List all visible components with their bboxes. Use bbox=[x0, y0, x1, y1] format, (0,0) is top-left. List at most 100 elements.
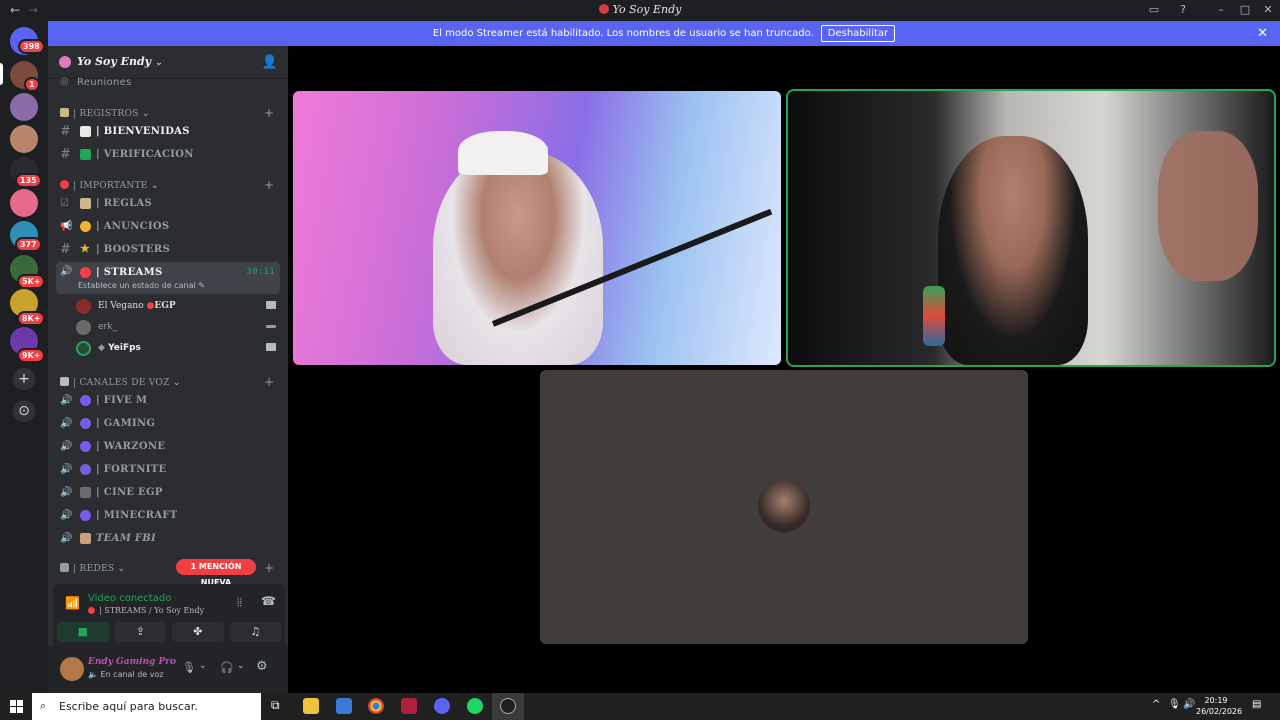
disable-streamer-button[interactable]: Deshabilitar bbox=[820, 25, 896, 42]
voice-channel-gaming[interactable]: 🔊 | GAMING bbox=[56, 413, 280, 435]
user-name-text: El Vegano bbox=[98, 301, 144, 311]
video-tile-speaking[interactable] bbox=[786, 89, 1276, 367]
chevron-down-icon: ⌄ bbox=[150, 181, 159, 191]
stage-icon: ◎ bbox=[60, 76, 70, 87]
voice-channel-fortnite[interactable]: 🔊 | FORTNITE bbox=[56, 459, 280, 481]
close-banner-icon[interactable]: ✕ bbox=[1257, 26, 1268, 41]
alien-emoji-icon bbox=[80, 510, 91, 521]
create-channel-icon[interactable]: + bbox=[264, 106, 274, 120]
clock-time: 20:19 bbox=[1204, 696, 1228, 705]
app-icon[interactable] bbox=[401, 698, 417, 714]
forward-arrow-icon[interactable]: → bbox=[28, 3, 38, 17]
create-channel-icon[interactable]: + bbox=[264, 375, 274, 389]
windows-start-icon[interactable] bbox=[10, 700, 23, 713]
obs-icon[interactable] bbox=[500, 698, 516, 714]
file-explorer-icon[interactable] bbox=[303, 698, 319, 714]
voice-channel-team-fbi[interactable]: 🔊 TEAM FBI bbox=[56, 528, 280, 550]
help-icon[interactable]: ? bbox=[1174, 2, 1192, 18]
camera-button[interactable]: ■ bbox=[57, 622, 109, 642]
chevron-down-icon[interactable]: ⌄ bbox=[199, 661, 207, 671]
bell-emoji-icon bbox=[80, 221, 91, 232]
close-window-icon[interactable]: ✕ bbox=[1259, 2, 1277, 18]
video-tile-no-camera[interactable] bbox=[540, 370, 1028, 644]
activities-button[interactable]: ✤ bbox=[172, 622, 224, 642]
voice-channel-minecraft[interactable]: 🔊 | MINECRAFT bbox=[56, 505, 280, 527]
task-view-icon[interactable]: ⧉ bbox=[271, 698, 280, 713]
add-server-icon[interactable]: + bbox=[13, 368, 35, 390]
create-channel-icon[interactable]: + bbox=[264, 561, 274, 575]
channel-status-hint[interactable]: Establece un estado de canal ✎ bbox=[78, 281, 205, 290]
film-emoji-icon bbox=[80, 487, 91, 498]
category-registros[interactable]: | REGISTROS ⌄ bbox=[60, 108, 150, 119]
chevron-down-icon[interactable]: ⌄ bbox=[237, 661, 245, 671]
server-header[interactable]: Yo Soy Endy ⌄ 👤 bbox=[48, 46, 288, 79]
notifications-icon[interactable]: ▤ bbox=[1252, 699, 1261, 710]
chrome-icon[interactable] bbox=[368, 698, 384, 714]
channel-boosters[interactable]: # ★ | BOOSTERS bbox=[56, 239, 280, 261]
video-tile[interactable] bbox=[293, 91, 781, 365]
user-name[interactable]: Endy Gaming Pro bbox=[88, 657, 176, 667]
avatar bbox=[76, 320, 91, 335]
channel-label: | VERIFICACION bbox=[96, 149, 194, 160]
back-arrow-icon[interactable]: ← bbox=[10, 3, 20, 17]
channel-reuniones[interactable]: ◎ Reuniones bbox=[56, 76, 280, 92]
channel-verificacion[interactable]: # | VERIFICACION bbox=[56, 144, 280, 166]
minimize-icon[interactable]: – bbox=[1212, 2, 1230, 18]
soundboard-button[interactable]: ♫ bbox=[229, 622, 281, 642]
voice-status[interactable]: Video conectado bbox=[88, 593, 171, 604]
channel-anuncios[interactable]: 📢 | ANUNCIOS bbox=[56, 216, 280, 238]
no-entry-emoji-icon bbox=[60, 180, 69, 189]
microphone-icon[interactable]: 🎙 bbox=[182, 661, 196, 674]
voice-channel-icon: 🔊 bbox=[60, 533, 73, 544]
taskbar-search[interactable]: ⌕ Escribe aquí para buscar. bbox=[32, 693, 261, 720]
volume-icon[interactable]: 🔊 bbox=[1183, 699, 1195, 710]
server-icon[interactable] bbox=[10, 189, 38, 217]
scroll-emoji-icon bbox=[60, 108, 69, 117]
microphone-tray-icon[interactable]: 🎙 bbox=[1168, 699, 1181, 710]
server-icon[interactable] bbox=[10, 93, 38, 121]
spotify-icon[interactable] bbox=[467, 698, 483, 714]
category-redes[interactable]: | REDES ⌄ bbox=[60, 563, 125, 574]
disconnect-icon[interactable]: ☎ bbox=[261, 594, 276, 608]
voice-channel-cine-egp[interactable]: 🔊 | CINE EGP bbox=[56, 482, 280, 504]
voice-channel-path[interactable]: | STREAMS / Yo Soy Endy bbox=[88, 606, 204, 615]
noise-suppression-icon[interactable]: ⦙⦙ bbox=[237, 596, 242, 610]
discover-icon[interactable]: ⊙ bbox=[13, 400, 35, 422]
channel-bienvenidas[interactable]: # | BIENVENIDAS bbox=[56, 121, 280, 143]
alien-emoji-icon bbox=[80, 395, 91, 406]
system-clock[interactable]: 20:19 26/02/2026 bbox=[1196, 695, 1242, 717]
notification-badge: 9K+ bbox=[17, 348, 46, 363]
create-channel-icon[interactable]: + bbox=[264, 178, 274, 192]
participant-video bbox=[938, 136, 1088, 365]
category-label: | REGISTROS bbox=[73, 109, 139, 119]
store-icon[interactable] bbox=[336, 698, 352, 714]
headphones-icon[interactable]: 🎧 bbox=[220, 661, 234, 674]
screen-share-button[interactable]: ⇪ bbox=[114, 622, 166, 642]
taskbar: ⌕ Escribe aquí para buscar. ⧉ ^ 🎙 🔊 20:1… bbox=[0, 693, 1280, 720]
server-icon[interactable] bbox=[10, 125, 38, 153]
avatar bbox=[76, 299, 91, 314]
voice-channel-five-m[interactable]: 🔊 | FIVE M bbox=[56, 390, 280, 412]
discord-icon[interactable] bbox=[434, 698, 450, 714]
category-canales-de-voz[interactable]: | CANALES DE VOZ ⌄ bbox=[60, 377, 181, 388]
detective-emoji-icon bbox=[80, 533, 91, 544]
server-rail: 398 1 135 377 5K+ 8K+ 9K+ + ⊙ bbox=[0, 21, 48, 693]
gear-icon[interactable]: ⚙ bbox=[256, 659, 268, 674]
alien-emoji-icon bbox=[80, 441, 91, 452]
invite-people-icon[interactable]: 👤 bbox=[262, 55, 278, 70]
tray-chevron-icon[interactable]: ^ bbox=[1152, 699, 1160, 710]
participant-video-cap bbox=[458, 131, 548, 175]
channel-reglas[interactable]: ☑ | REGLAS bbox=[56, 193, 280, 215]
participant-video bbox=[433, 151, 603, 365]
signal-icon[interactable]: 📶 bbox=[65, 596, 80, 610]
category-importante[interactable]: | IMPORTANTE ⌄ bbox=[60, 180, 159, 191]
channel-streams[interactable]: 🔊 | STREAMS 30:11 Establece un estado de… bbox=[56, 262, 280, 294]
notification-badge: 8K+ bbox=[17, 311, 46, 326]
voice-channel-warzone[interactable]: 🔊 | WARZONE bbox=[56, 436, 280, 458]
inbox-icon[interactable]: ▭ bbox=[1145, 2, 1163, 18]
server-logo-icon bbox=[59, 56, 71, 68]
speaker-icon: 🔈 bbox=[88, 670, 98, 679]
new-mention-pill[interactable]: 1 MENCIÓN NUEVA bbox=[176, 559, 256, 587]
avatar[interactable] bbox=[60, 657, 84, 681]
maximize-icon[interactable]: □ bbox=[1236, 2, 1254, 18]
